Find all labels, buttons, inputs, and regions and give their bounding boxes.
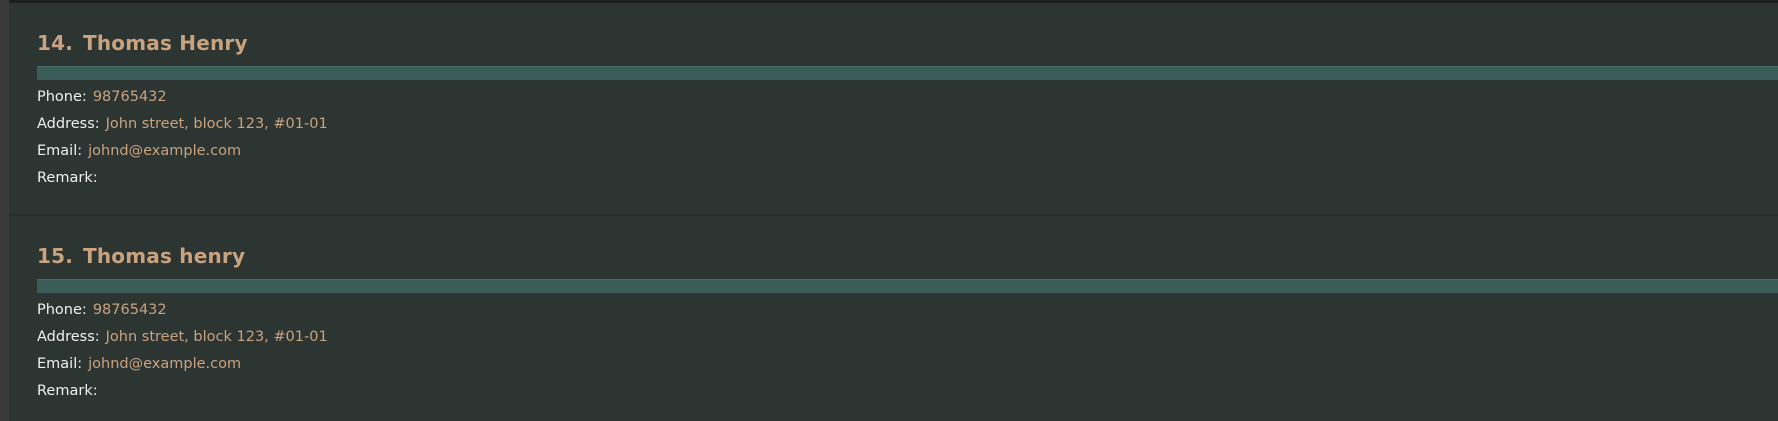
tag-bar: [37, 279, 1778, 293]
person-card[interactable]: 14. Thomas Henry Phone: 98765432 Address: J…: [9, 3, 1778, 215]
person-card[interactable]: 15. Thomas henry Phone: 98765432 Address: J…: [9, 216, 1778, 421]
address-value: John street, block 123, #01-01: [105, 329, 328, 345]
person-index: 15.: [37, 244, 74, 268]
address-row: Address: John street, block 123, #01-01: [37, 116, 328, 132]
person-name: Thomas henry: [83, 244, 246, 268]
tag-bar: [37, 66, 1778, 80]
phone-value: 98765432: [92, 302, 167, 318]
email-row: Email: johnd@example.com: [37, 143, 241, 159]
phone-label: Phone:: [37, 89, 87, 105]
phone-label: Phone:: [37, 302, 87, 318]
remark-row: Remark:: [37, 170, 104, 186]
remark-label: Remark:: [37, 170, 98, 186]
person-name: Thomas Henry: [83, 31, 248, 55]
address-label: Address:: [37, 329, 100, 345]
email-value: johnd@example.com: [88, 143, 242, 159]
phone-value: 98765432: [92, 89, 167, 105]
remark-row: Remark:: [37, 383, 104, 399]
address-row: Address: John street, block 123, #01-01: [37, 329, 328, 345]
phone-row: Phone: 98765432: [37, 302, 167, 318]
email-row: Email: johnd@example.com: [37, 356, 241, 372]
person-card-header: 14. Thomas Henry: [37, 31, 248, 55]
remark-label: Remark:: [37, 383, 98, 399]
person-index: 14.: [37, 31, 74, 55]
list-left-border: [0, 0, 9, 421]
email-label: Email:: [37, 143, 83, 159]
address-label: Address:: [37, 116, 100, 132]
address-value: John street, block 123, #01-01: [105, 116, 328, 132]
person-list-panel: 14. Thomas Henry Phone: 98765432 Address: J…: [0, 0, 1778, 421]
person-card-header: 15. Thomas henry: [37, 244, 245, 268]
email-label: Email:: [37, 356, 83, 372]
email-value: johnd@example.com: [88, 356, 242, 372]
phone-row: Phone: 98765432: [37, 89, 167, 105]
